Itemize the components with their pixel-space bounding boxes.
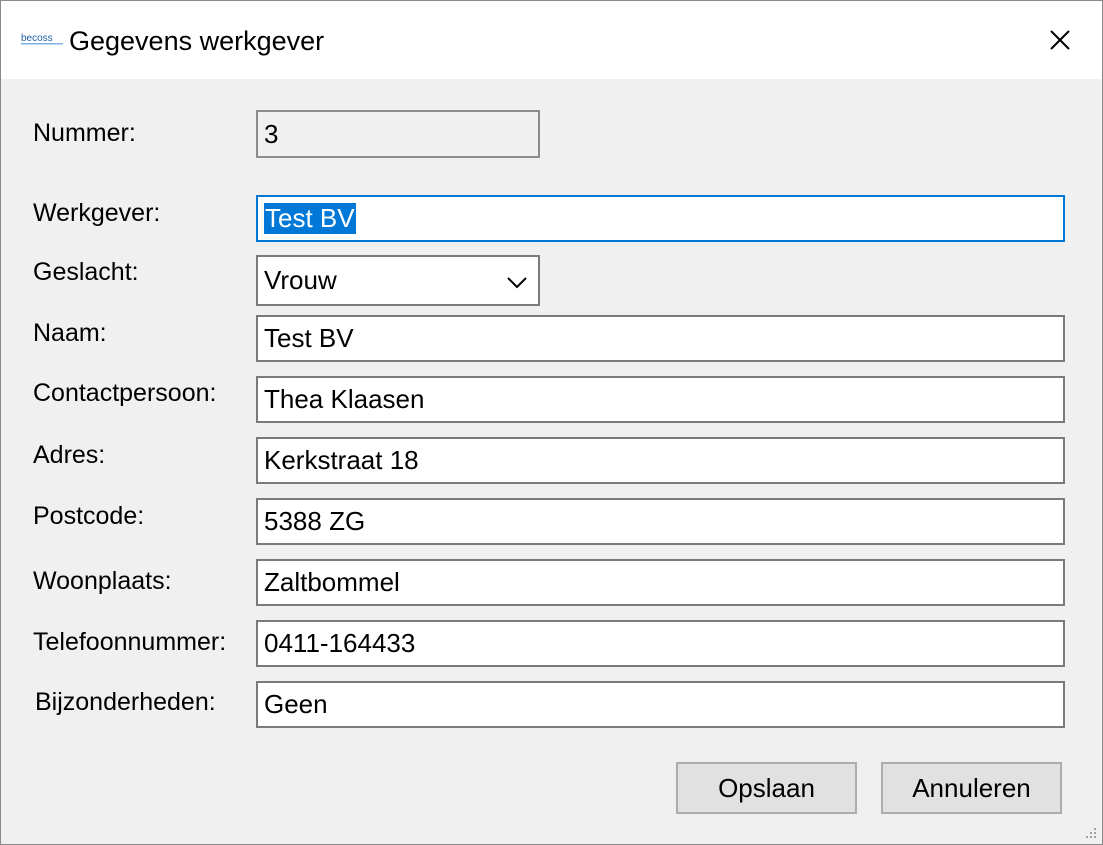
nummer-field: 3 (256, 110, 540, 158)
bijzonderheden-label: Bijzonderheden: (35, 688, 216, 716)
bijzonderheden-input[interactable] (256, 681, 1065, 728)
woonplaats-input[interactable] (256, 559, 1065, 606)
werkgever-input[interactable]: Test BV (256, 195, 1065, 242)
contactpersoon-label: Contactpersoon: (33, 379, 217, 407)
telefoonnummer-label: Telefoonnummer: (33, 628, 227, 656)
werkgever-label: Werkgever: (33, 199, 161, 227)
window-title: Gegevens werkgever (69, 26, 325, 56)
telefoonnummer-input[interactable] (256, 620, 1065, 667)
nummer-value: 3 (264, 118, 279, 149)
chevron-down-icon (507, 277, 527, 289)
nummer-label: Nummer: (33, 119, 136, 147)
adres-input[interactable] (256, 437, 1065, 484)
werkgever-selected-text: Test BV (264, 203, 356, 234)
close-icon (1050, 30, 1070, 50)
app-logo-icon: becoss (21, 33, 63, 45)
postcode-input[interactable] (256, 498, 1065, 545)
naam-label: Naam: (33, 319, 107, 347)
resize-grip-icon[interactable] (1082, 824, 1098, 840)
woonplaats-label: Woonplaats: (33, 567, 172, 595)
geslacht-select[interactable]: Vrouw (256, 255, 540, 306)
postcode-label: Postcode: (33, 502, 145, 530)
close-button[interactable] (1027, 13, 1093, 67)
title-bar: becoss Gegevens werkgever (1, 1, 1102, 79)
adres-label: Adres: (33, 441, 106, 469)
geslacht-label: Geslacht: (33, 258, 139, 286)
cancel-button[interactable]: Annuleren (881, 762, 1062, 814)
save-button[interactable]: Opslaan (676, 762, 857, 814)
naam-input[interactable] (256, 315, 1065, 362)
dialog-window: becoss Gegevens werkgever Nummer: 3 Werk… (0, 0, 1103, 845)
contactpersoon-input[interactable] (256, 376, 1065, 423)
app-logo-text: becoss (21, 33, 53, 44)
geslacht-selected-value: Vrouw (264, 265, 337, 295)
